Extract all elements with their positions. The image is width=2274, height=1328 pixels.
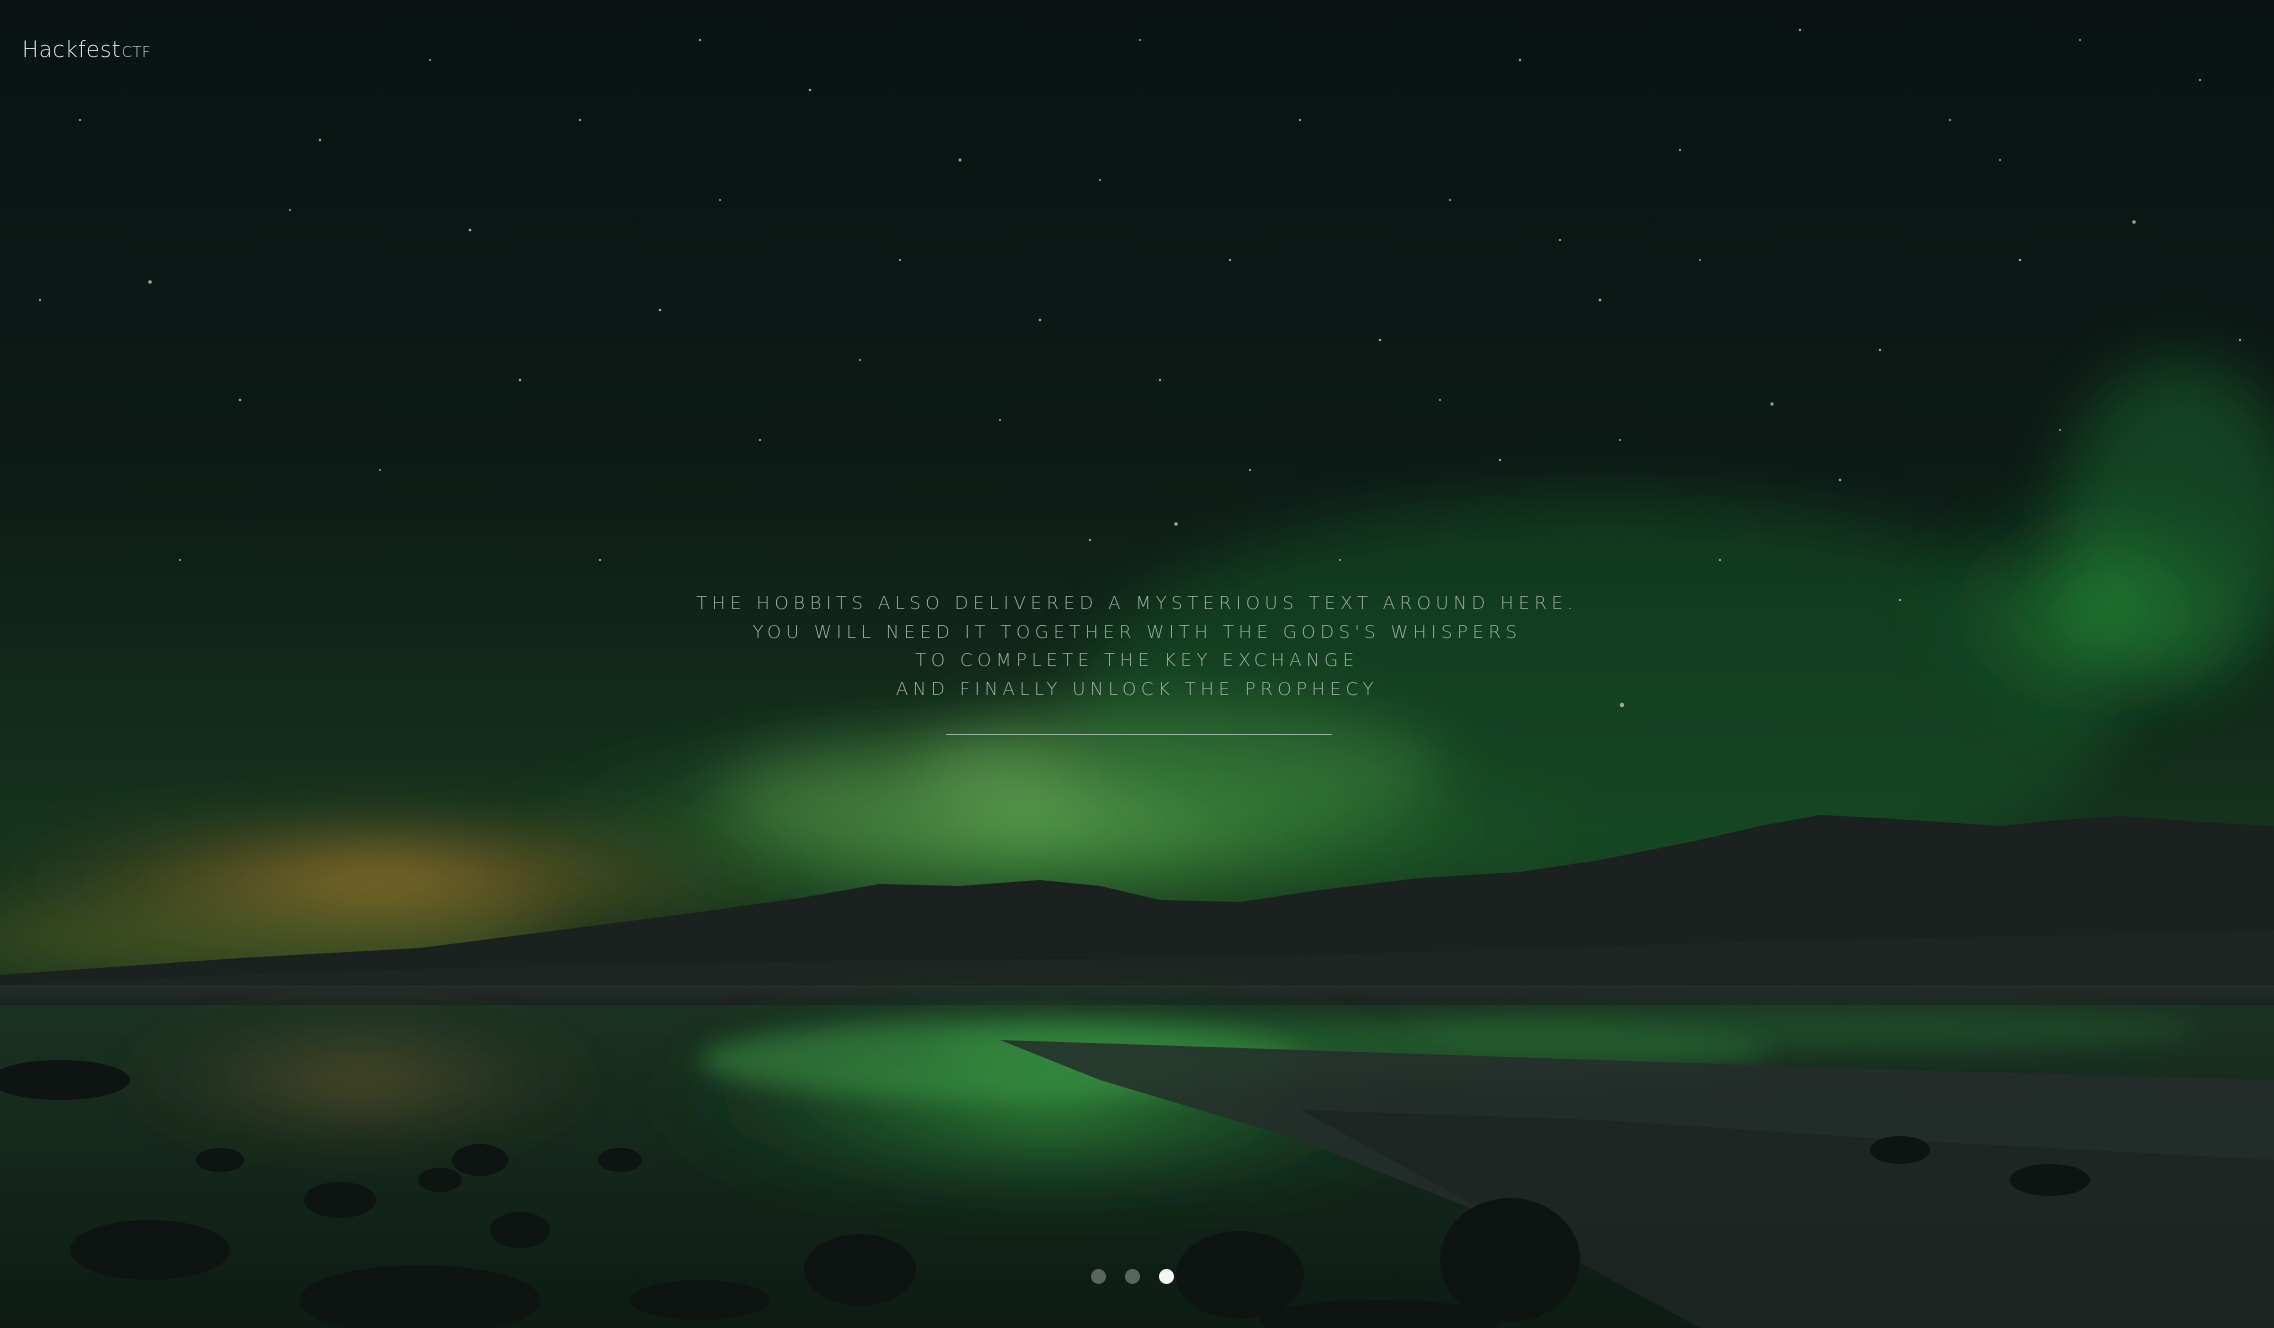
logo-suffix: CTF xyxy=(121,43,151,61)
hero-section: HackfestCTF THE HOBBITS ALSO DELIVERED A… xyxy=(0,0,2274,1328)
slider-dot-1[interactable] xyxy=(1091,1268,1106,1284)
message-line: THE HOBBITS ALSO DELIVERED A MYSTERIOUS … xyxy=(696,593,1578,614)
message-line: YOU WILL NEED IT TOGETHER WITH THE GODS'… xyxy=(752,621,1522,643)
slider-dot-2[interactable] xyxy=(1125,1268,1140,1284)
message-line: TO COMPLETE THE KEY EXCHANGE xyxy=(915,650,1359,671)
message-line: AND FINALLY UNLOCK THE PROPHECY xyxy=(895,678,1379,700)
logo-link[interactable]: HackfestCTF xyxy=(22,38,151,63)
prophecy-message: THE HOBBITS ALSO DELIVERED A MYSTERIOUS … xyxy=(0,590,2274,704)
logo-text: Hackfest xyxy=(22,38,121,63)
slider-dot-3[interactable] xyxy=(1159,1268,1174,1284)
message-divider xyxy=(946,734,1332,735)
slider-pagination xyxy=(1091,1268,1174,1284)
